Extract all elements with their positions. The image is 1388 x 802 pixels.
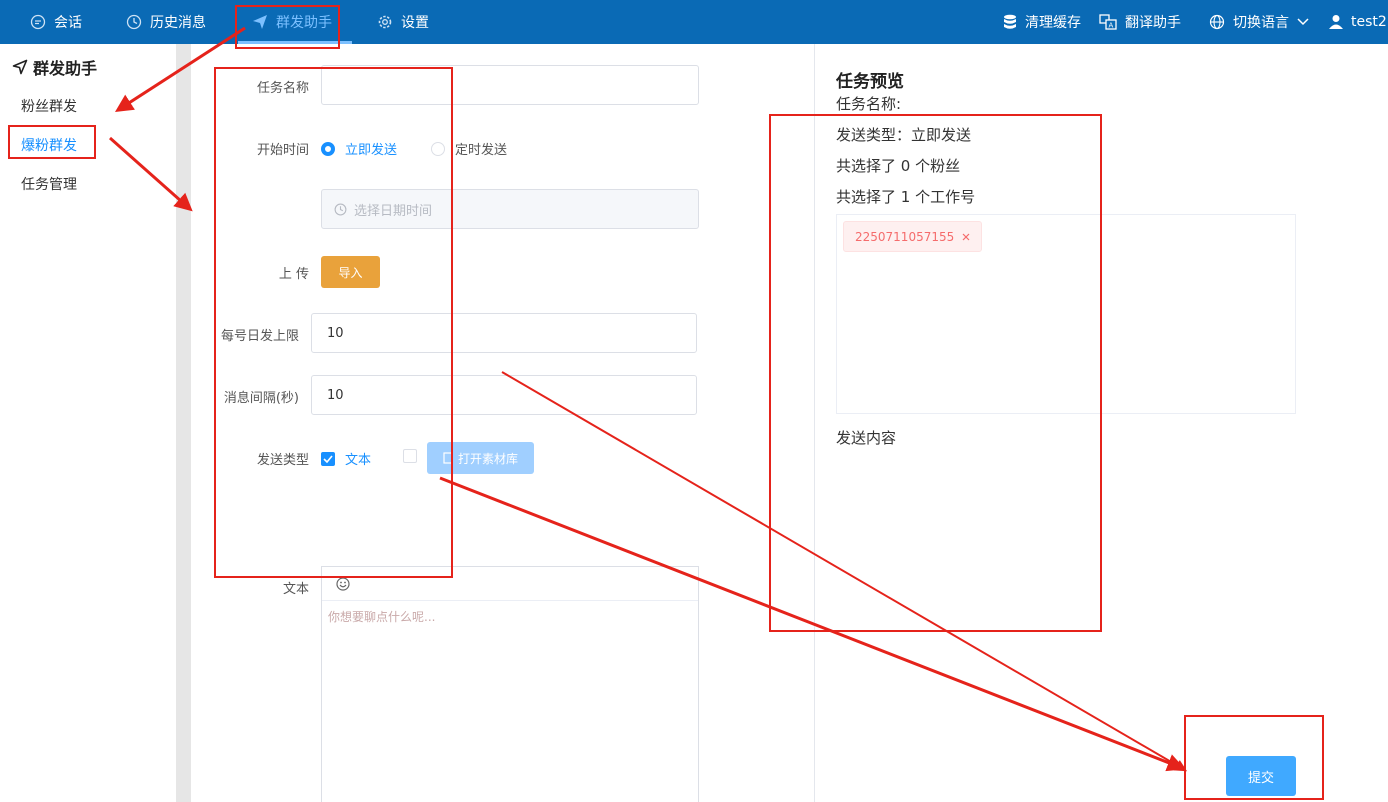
send-now-radio[interactable]: 立即发送 xyxy=(321,139,397,158)
nav-item-broadcast[interactable]: 群发助手 xyxy=(252,0,332,44)
nav-item-settings[interactable]: 设置 xyxy=(377,0,429,44)
preview-send-type: 发送类型：立即发送 xyxy=(836,126,972,144)
radio-dot xyxy=(321,141,335,156)
panel-divider xyxy=(814,44,815,802)
send-icon xyxy=(253,15,267,29)
submit-button[interactable]: 提交 xyxy=(1226,756,1296,796)
file-icon xyxy=(443,452,453,464)
translate-assistant-button[interactable]: A 翻译助手 xyxy=(1099,0,1181,44)
gear-icon xyxy=(378,15,392,29)
import-button[interactable]: 导入 xyxy=(321,256,380,288)
check-icon xyxy=(323,454,333,463)
editor-toolbar xyxy=(322,567,698,601)
datetime-picker[interactable]: 选择日期时间 xyxy=(321,189,699,229)
text-type-checkbox[interactable]: 文本 xyxy=(321,449,371,468)
chat-icon xyxy=(30,14,46,30)
datetime-placeholder: 选择日期时间 xyxy=(354,203,433,219)
daily-limit-label: 每号日发上限 xyxy=(220,329,299,344)
language-switch-dropdown[interactable]: 切换语言 xyxy=(1209,0,1309,44)
checkbox-box xyxy=(403,449,417,463)
preview-accounts-count: 共选择了 1 个工作号 xyxy=(836,188,976,206)
scheduled-send-radio[interactable]: 定时发送 xyxy=(431,139,507,158)
user-icon xyxy=(1329,15,1343,29)
selected-accounts-box: 2250711057155 xyxy=(836,214,1296,414)
task-name-input[interactable] xyxy=(321,65,699,105)
clear-cache-button[interactable]: 清理缓存 xyxy=(1003,0,1081,44)
interval-input[interactable]: 10 xyxy=(311,375,697,415)
nav-item-history[interactable]: 历史消息 xyxy=(126,0,206,44)
send-type-label: 发送类型 xyxy=(256,453,309,468)
send-icon xyxy=(12,59,28,75)
open-material-library-button[interactable]: 打开素材库 xyxy=(427,442,534,474)
svg-text:A: A xyxy=(1109,22,1114,30)
checkbox-box xyxy=(321,451,335,466)
sidebar: 群发助手 粉丝群发 爆粉群发 任务管理 xyxy=(0,44,176,802)
username: test21 xyxy=(1351,14,1388,30)
active-tab-indicator xyxy=(238,41,352,44)
upload-label: 上 传 xyxy=(278,267,309,282)
chevron-down-icon xyxy=(1297,18,1309,26)
message-editor[interactable]: 你想要聊点什么呢... xyxy=(321,566,699,802)
editor-placeholder[interactable]: 你想要聊点什么呢... xyxy=(322,601,698,632)
emoji-icon[interactable] xyxy=(336,576,350,591)
interval-label: 消息间隔(秒) xyxy=(223,391,299,406)
close-icon[interactable] xyxy=(962,233,970,241)
sidebar-title: 群发助手 xyxy=(12,55,97,79)
sidebar-item-fans-broadcast[interactable]: 粉丝群发 xyxy=(21,96,77,116)
radio-dot xyxy=(431,141,445,156)
preview-fans-count: 共选择了 0 个粉丝 xyxy=(836,157,961,175)
nav-item-chat[interactable]: 会话 xyxy=(30,0,82,44)
database-icon xyxy=(1004,14,1016,29)
daily-limit-input[interactable]: 10 xyxy=(311,313,697,353)
preview-title: 任务预览 xyxy=(836,72,904,92)
preview-content-label: 发送内容 xyxy=(836,429,897,447)
account-tag[interactable]: 2250711057155 xyxy=(843,221,983,252)
task-name-label: 任务名称 xyxy=(256,81,309,96)
top-navigation-bar: 会话 历史消息 群发助手 设置 清理缓存 A 翻译助手 切换语言 test21 xyxy=(0,0,1388,44)
translate-icon: A xyxy=(1099,14,1117,30)
nav-item-label: 设置 xyxy=(401,15,429,31)
clock-icon xyxy=(126,14,142,30)
clock-icon xyxy=(334,203,347,215)
globe-icon xyxy=(1209,14,1225,30)
material-type-checkbox[interactable] xyxy=(403,449,417,463)
nav-item-label: 会话 xyxy=(54,15,82,31)
nav-item-label: 群发助手 xyxy=(276,15,332,31)
sidebar-gutter xyxy=(176,44,191,802)
sidebar-item-burst-broadcast[interactable]: 爆粉群发 xyxy=(21,135,77,155)
preview-task-name: 任务名称: xyxy=(836,95,902,113)
nav-item-label: 历史消息 xyxy=(150,15,206,31)
text-label: 文本 xyxy=(282,582,309,597)
user-menu[interactable]: test21 xyxy=(1329,0,1388,44)
sidebar-item-task-management[interactable]: 任务管理 xyxy=(21,174,77,194)
start-time-label: 开始时间 xyxy=(256,143,309,158)
